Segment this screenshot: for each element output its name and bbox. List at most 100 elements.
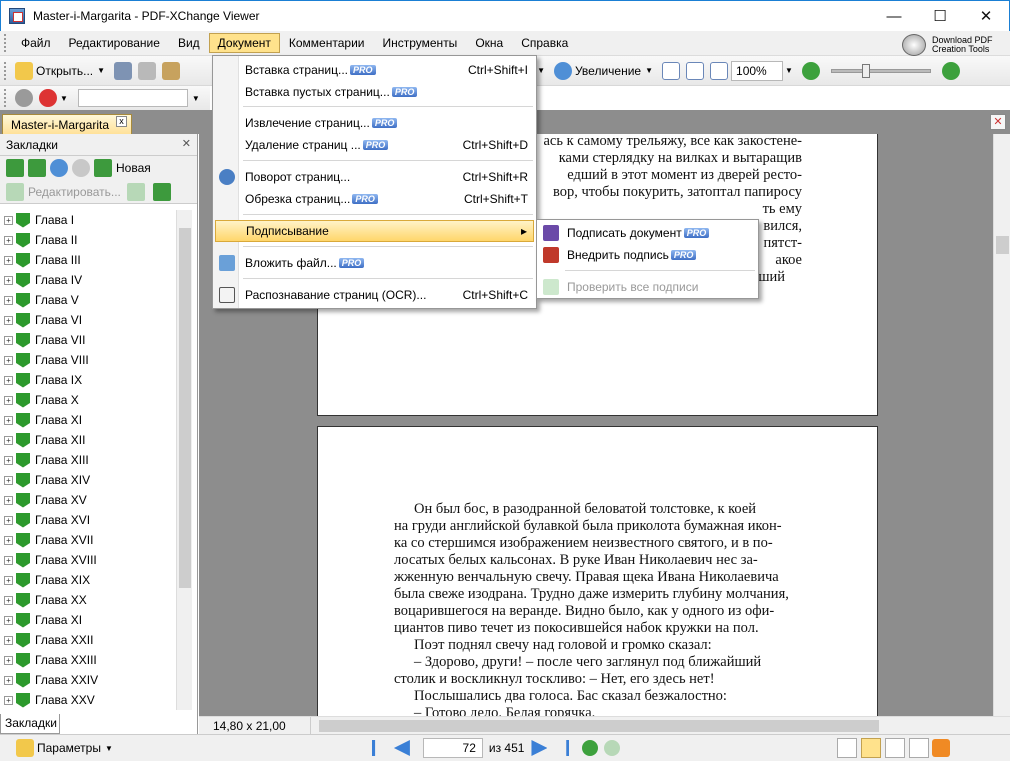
params-label[interactable]: Параметры <box>37 741 101 755</box>
menu-edit[interactable]: Редактирование <box>60 33 169 53</box>
params-arrow[interactable]: ▼ <box>105 744 113 753</box>
bookmark-item[interactable]: + Глава I <box>0 210 176 230</box>
print-icon[interactable] <box>138 61 157 80</box>
menu-signing[interactable]: Подписывание ▸ <box>215 220 534 242</box>
bookmark-item[interactable]: + Глава III <box>0 250 176 270</box>
bookmark-item[interactable]: + Глава XIII <box>0 450 176 470</box>
bookmark-item[interactable]: + Глава XVIII <box>0 550 176 570</box>
expand-icon[interactable]: + <box>4 555 13 565</box>
facing-continuous-view-icon[interactable] <box>909 738 930 758</box>
menu-extract-pages[interactable]: Извлечение страниц... PRO <box>215 112 534 134</box>
expand-icon[interactable]: + <box>4 635 13 645</box>
email-icon[interactable] <box>162 61 181 80</box>
expand-icon[interactable]: + <box>4 655 13 665</box>
bookmark-item[interactable]: + Глава XXIV <box>0 670 176 690</box>
horizontal-scrollbar[interactable]: 14,80 x 21,00 см <box>199 716 1010 747</box>
ask-icon[interactable] <box>39 89 57 107</box>
bookmark-item[interactable]: + Глава VI <box>0 310 176 330</box>
bookmark-item[interactable]: + Глава XI <box>0 610 176 630</box>
bookmark-delete-icon[interactable] <box>152 182 171 201</box>
fit-page-icon[interactable] <box>686 61 705 80</box>
menu-file[interactable]: Файл <box>12 33 60 53</box>
bookmark-zoom-out-icon[interactable] <box>72 159 90 177</box>
zoom-slider[interactable] <box>830 63 931 78</box>
bookmark-item[interactable]: + Глава XXII <box>0 630 176 650</box>
vertical-scroll-thumb[interactable] <box>996 236 1009 254</box>
zoom-tool-label[interactable]: Увеличение <box>575 64 641 78</box>
page-number-input[interactable]: 72 <box>422 738 483 758</box>
status-options-icon[interactable] <box>932 739 951 757</box>
zoom-level-arrow[interactable]: ▼ <box>785 66 793 75</box>
prev-page-icon[interactable] <box>393 740 410 756</box>
bookmark-item[interactable]: + Глава XVI <box>0 510 176 530</box>
expand-icon[interactable]: + <box>4 615 13 625</box>
next-page-icon[interactable] <box>531 740 548 756</box>
bookmark-item[interactable]: + Глава XII <box>0 430 176 450</box>
bookmark-item[interactable]: + Глава XX <box>0 590 176 610</box>
open-button-label[interactable]: Открыть... <box>36 64 93 78</box>
expand-icon[interactable]: + <box>4 235 13 245</box>
bookmark-item[interactable]: + Глава IV <box>0 270 176 290</box>
params-icon[interactable] <box>16 739 34 757</box>
single-page-view-icon[interactable] <box>837 738 858 758</box>
menu-windows[interactable]: Окна <box>466 33 512 53</box>
bookmark-item[interactable]: + Глава XXV <box>0 690 176 710</box>
expand-icon[interactable]: + <box>4 315 13 325</box>
menu-crop-pages[interactable]: Обрезка страниц... PRO Ctrl+Shift+T <box>215 188 534 210</box>
expand-icon[interactable]: + <box>4 375 13 385</box>
expand-icon[interactable]: + <box>4 275 13 285</box>
bookmark-item[interactable]: + Глава IX <box>0 370 176 390</box>
facing-view-icon[interactable] <box>885 738 906 758</box>
expand-icon[interactable]: + <box>4 575 13 585</box>
expand-icon[interactable]: + <box>4 455 13 465</box>
menu-rotate-pages[interactable]: Поворот страниц... Ctrl+Shift+R <box>215 166 534 188</box>
download-pdf-tools-button[interactable]: Download PDF Creation Tools <box>902 33 1002 57</box>
new-bookmark-icon[interactable] <box>94 159 112 177</box>
expand-icon[interactable]: + <box>4 355 13 365</box>
expand-icon[interactable]: + <box>4 435 13 445</box>
search-arrow[interactable]: ▼ <box>192 94 200 103</box>
menu-insert-pages[interactable]: Вставка страниц... PRO Ctrl+Shift+I <box>215 59 534 81</box>
bookmark-scroll-thumb[interactable] <box>179 228 191 588</box>
bookmark-item[interactable]: + Глава VIII <box>0 350 176 370</box>
binoculars-icon[interactable] <box>15 89 33 107</box>
menu-view[interactable]: Вид <box>169 33 209 53</box>
open-dropdown-arrow[interactable]: ▼ <box>97 66 105 75</box>
bookmark-zoom-in-icon[interactable] <box>50 159 68 177</box>
zoom-in-icon[interactable] <box>941 61 960 80</box>
submenu-embed-signature[interactable]: Внедрить подпись PRO <box>539 244 757 266</box>
bookmark-item[interactable]: + Глава X <box>0 390 176 410</box>
expand-icon[interactable]: + <box>4 335 13 345</box>
bookmarks-bottom-tab[interactable]: Закладки <box>0 714 60 734</box>
expand-icon[interactable]: + <box>4 695 13 705</box>
menu-ocr[interactable]: Распознавание страниц (OCR)... Ctrl+Shif… <box>215 284 534 306</box>
forward-icon[interactable] <box>604 740 621 756</box>
expand-icon[interactable]: + <box>4 295 13 305</box>
bookmark-item[interactable]: + Глава XVII <box>0 530 176 550</box>
minimize-button[interactable]: — <box>871 1 917 31</box>
new-bookmark-label[interactable]: Новая <box>116 161 151 175</box>
continuous-view-icon[interactable] <box>861 738 882 758</box>
expand-icon[interactable]: + <box>4 395 13 405</box>
expand-icon[interactable]: + <box>4 675 13 685</box>
collapse-all-icon[interactable] <box>28 159 46 177</box>
bookmark-item[interactable]: + Глава XIV <box>0 470 176 490</box>
menu-document[interactable]: Документ <box>208 33 280 53</box>
zoom-level-input[interactable]: 100% <box>731 60 784 81</box>
expand-icon[interactable]: + <box>4 415 13 425</box>
menu-tools[interactable]: Инструменты <box>373 33 466 53</box>
document-tab-close-icon[interactable]: x <box>116 116 127 127</box>
menu-help[interactable]: Справка <box>512 33 577 53</box>
bookmark-item[interactable]: + Глава XXIII <box>0 650 176 670</box>
menu-attach-file[interactable]: Вложить файл... PRO <box>215 252 534 274</box>
search-input[interactable] <box>77 89 188 107</box>
expand-icon[interactable]: + <box>4 255 13 265</box>
horizontal-scroll-thumb[interactable] <box>319 720 879 732</box>
expand-icon[interactable]: + <box>4 515 13 525</box>
close-document-icon[interactable]: ✕ <box>990 114 1006 130</box>
document-tab[interactable]: Master-i-Margarita x <box>2 114 132 134</box>
vertical-scrollbar[interactable] <box>993 134 1010 716</box>
bookmark-item[interactable]: + Глава XI <box>0 410 176 430</box>
expand-icon[interactable]: + <box>4 595 13 605</box>
submenu-sign-document[interactable]: Подписать документ PRO <box>539 222 757 244</box>
